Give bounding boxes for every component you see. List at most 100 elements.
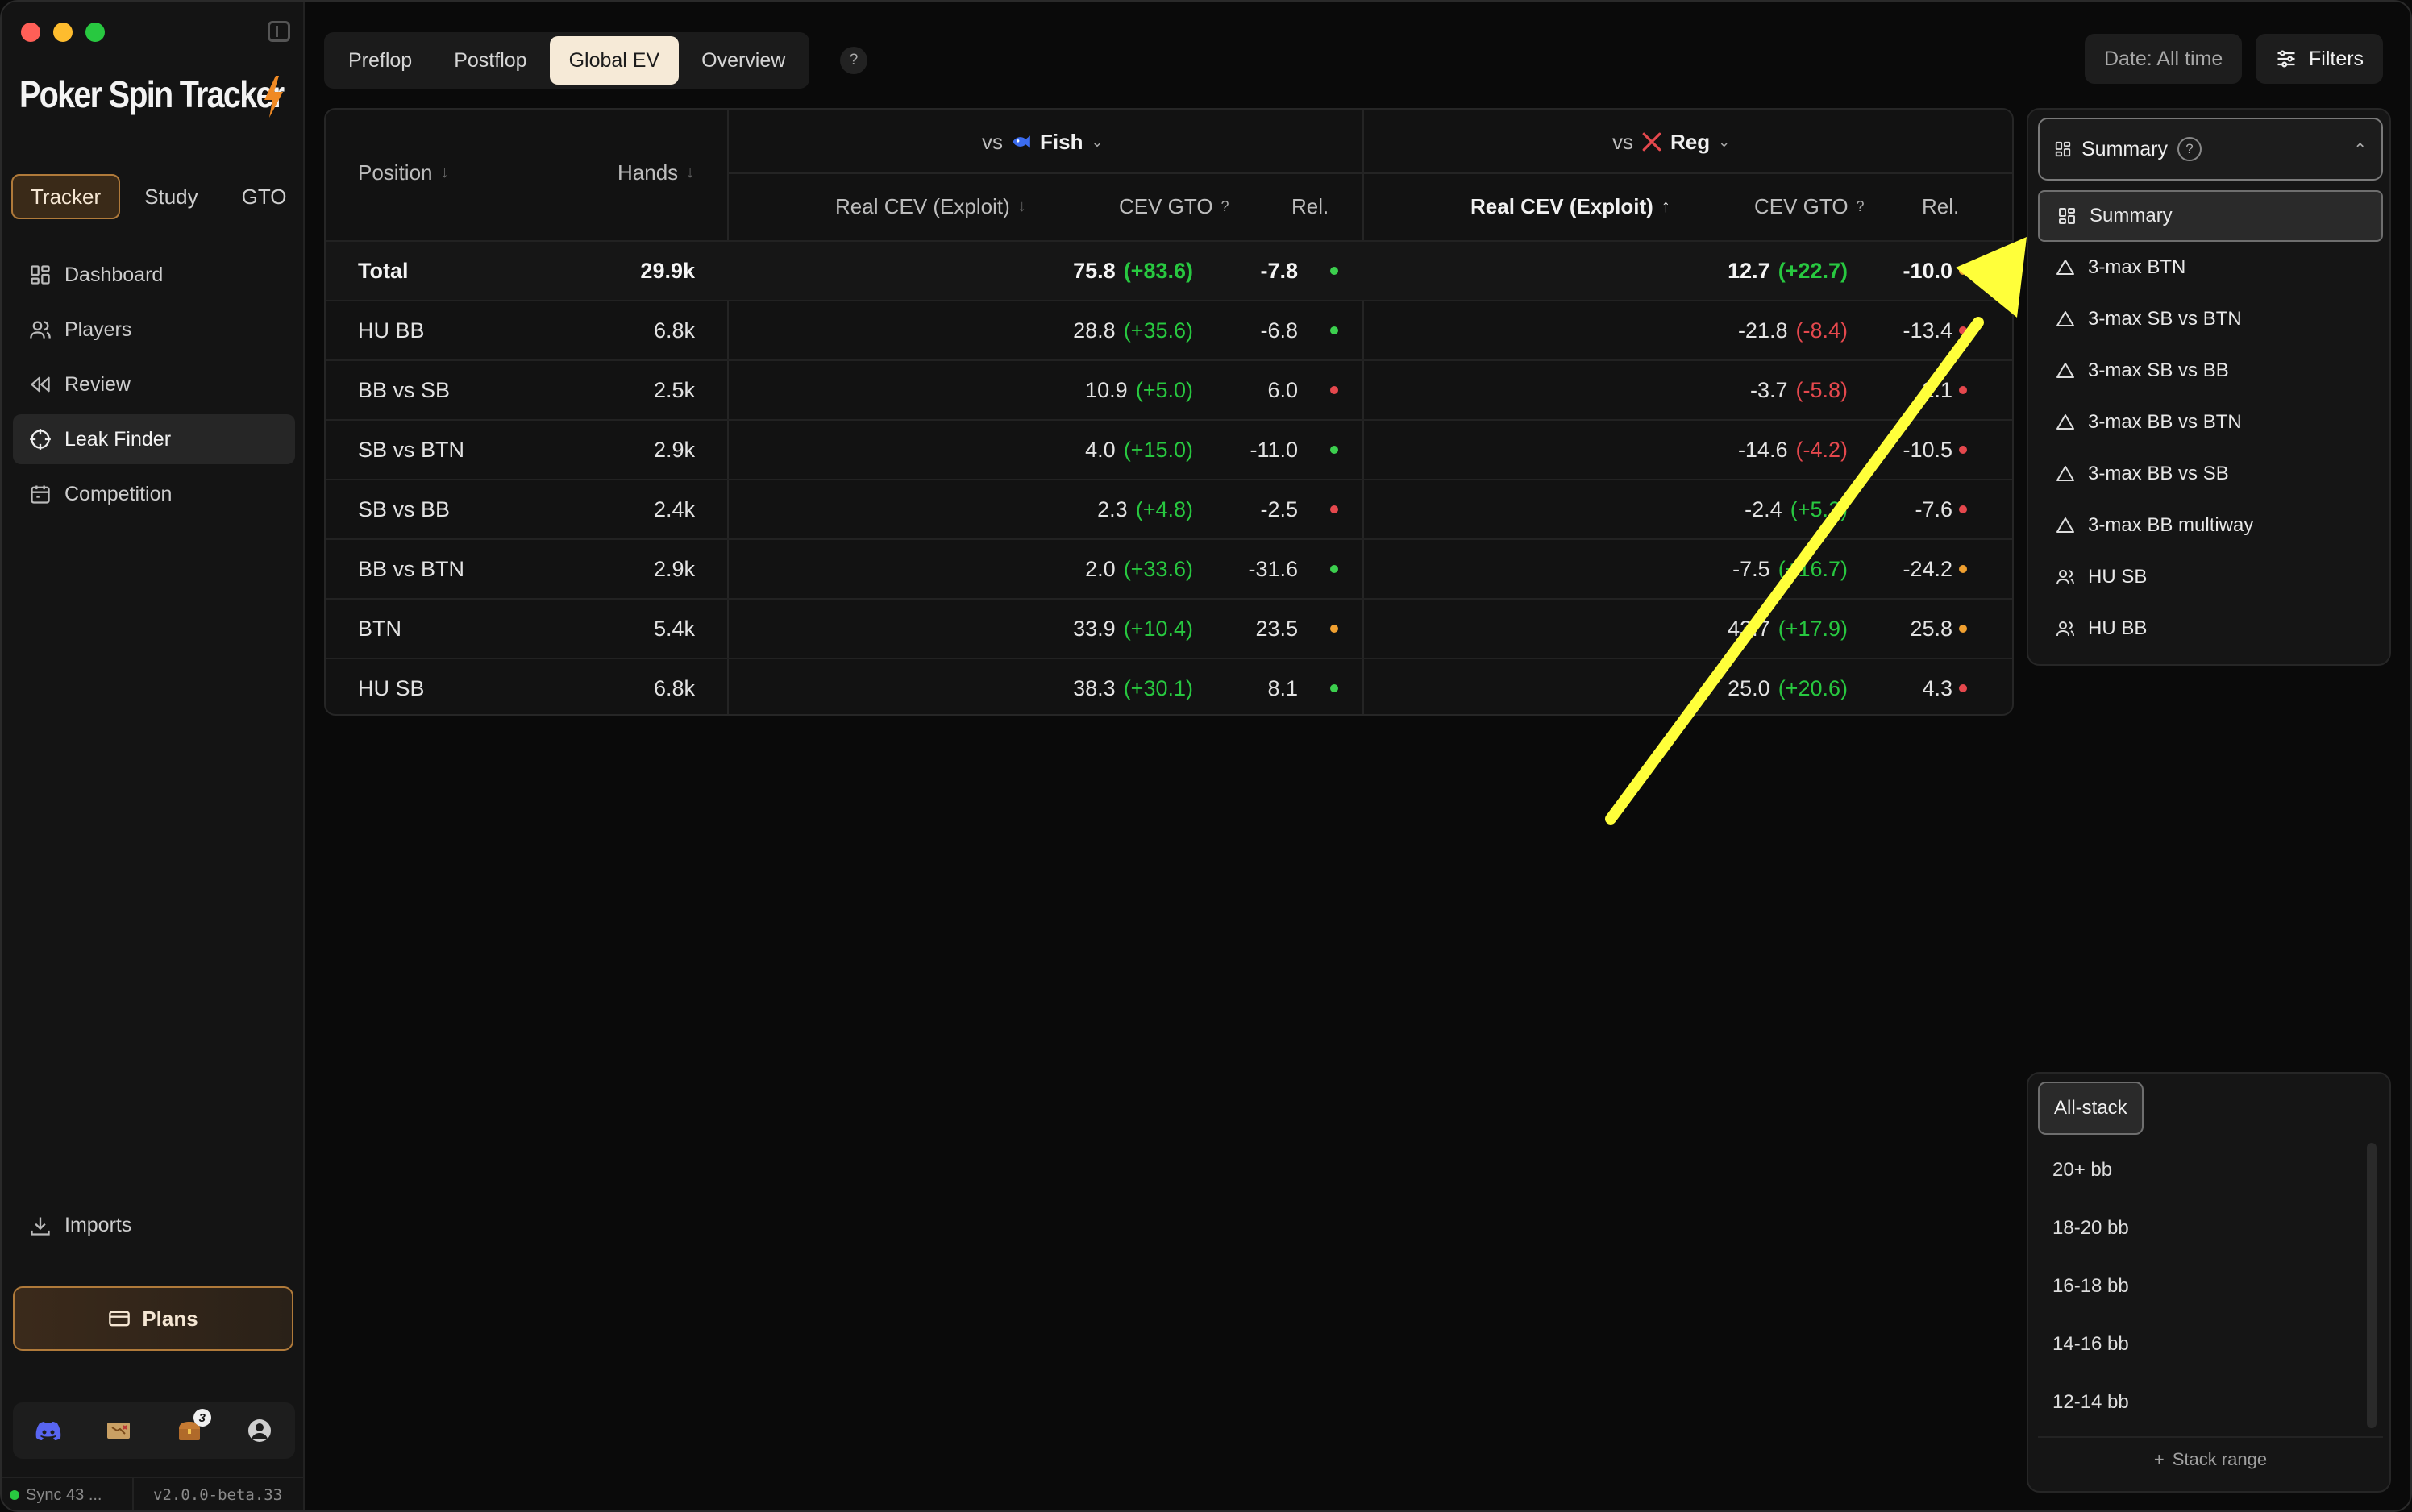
summary-option-3-max-bb-vs-btn[interactable]: 3-max BB vs BTN [2038, 397, 2383, 448]
triangle-icon [2056, 363, 2074, 378]
table-row[interactable]: BTN 5.4k 33.9 (+10.4) 23.5 43.7 (+17.9) … [326, 598, 2012, 658]
stack-range-list: 20+ bb 18-20 bb 16-18 bb 14-16 bb 12-14 bb [2038, 1141, 2360, 1431]
column-header-position[interactable]: Position ↓ [358, 155, 449, 190]
summary-option-hu-sb[interactable]: HU SB [2038, 551, 2383, 603]
mode-tabs: Tracker Study GTO [11, 172, 295, 221]
table-row[interactable]: HU SB 6.8k 38.3 (+30.1) 8.1 25.0 (+20.6)… [326, 658, 2012, 714]
column-header-label: Position [358, 160, 433, 185]
column-header-label: CEV GTO [1754, 193, 1849, 218]
sidebar-item-competition[interactable]: Competition [13, 469, 295, 519]
status-bar: Sync 43 ... v2.0.0-beta.33 [2, 1477, 305, 1510]
date-filter-button[interactable]: Date: All time [2085, 34, 2243, 84]
group-header-reg[interactable]: vs Reg ⌄ [1612, 124, 1730, 160]
stack-option[interactable]: 12-14 bb [2038, 1373, 2360, 1431]
fish-real-cev-value: 75.8 [1073, 258, 1116, 283]
stack-option-all-stack[interactable]: All-stack [2038, 1082, 2144, 1135]
table-row[interactable]: BB vs BTN 2.9k 2.0 (+33.6) -31.6 -7.5 (+… [326, 538, 2012, 598]
zoom-window-button[interactable] [85, 23, 105, 42]
summary-select[interactable]: Summary ? ⌃ [2038, 118, 2383, 181]
tab-overview[interactable]: Overview [682, 36, 805, 85]
table-row[interactable]: SB vs BB 2.4k 2.3 (+4.8) -2.5 -2.4 (+5.2… [326, 479, 2012, 538]
summary-option-3-max-bb-vs-sb[interactable]: 3-max BB vs SB [2038, 448, 2383, 500]
column-header-fish-cev-gto[interactable]: CEV GTO? [1119, 189, 1229, 224]
view-tabs: Preflop Postflop Global EV Overview [324, 32, 810, 89]
sidebar-item-review[interactable]: Review [13, 359, 295, 409]
table-row[interactable]: SB vs BTN 2.9k 4.0 (+15.0) -11.0 -14.6 (… [326, 419, 2012, 479]
sidebar-collapse-icon[interactable] [268, 21, 290, 42]
table-row[interactable]: HU BB 6.8k 28.8 (+35.6) -6.8 -21.8 (-8.4… [326, 300, 2012, 359]
summary-option-3-max-btn[interactable]: 3-max BTN [2038, 242, 2383, 293]
plans-button[interactable]: Plans [13, 1286, 293, 1351]
sync-status-dot [10, 1490, 19, 1500]
sidebar-item-players[interactable]: Players [13, 305, 295, 355]
mode-tab-tracker[interactable]: Tracker [11, 174, 121, 219]
stack-option[interactable]: 18-20 bb [2038, 1199, 2360, 1257]
group-header-name: Fish [1040, 129, 1083, 154]
sidebar: Poker Spin Tracker Tracker Study GTO Das… [2, 2, 305, 1510]
column-header-fish-rel[interactable]: Rel. [1291, 189, 1329, 224]
reg-real-cev-value: 25.0 [1728, 675, 1770, 700]
sync-status[interactable]: Sync 43 ... [2, 1477, 134, 1510]
reg-cev-gto-cell: -10.0 [1903, 258, 1952, 283]
treasure-map-icon[interactable] [105, 1417, 132, 1444]
sidebar-item-label: Competition [64, 482, 173, 505]
reliability-dot [1330, 625, 1338, 633]
help-icon[interactable]: ? [2177, 137, 2202, 161]
fish-rel-cell [1322, 361, 1346, 419]
column-header-reg-cev-gto[interactable]: CEV GTO? [1754, 189, 1865, 224]
sync-status-text: Sync 43 ... [26, 1485, 102, 1504]
column-header-fish-real-cev[interactable]: Real CEV (Exploit) ↓ [835, 189, 1026, 224]
sliders-icon [2277, 50, 2295, 68]
stack-option[interactable]: 20+ bb [2038, 1141, 2360, 1199]
fish-real-cev-cell: 33.9 (+10.4) [890, 600, 1193, 658]
tab-preflop[interactable]: Preflop [329, 36, 431, 85]
add-stack-range-button[interactable]: + Stack range [2038, 1436, 2383, 1481]
sidebar-item-leak-finder[interactable]: Leak Finder [13, 414, 295, 464]
account-icon[interactable] [246, 1417, 273, 1444]
mode-tab-study[interactable]: Study [125, 174, 218, 219]
reg-cev-gto-cell: -10.5 [1903, 437, 1952, 462]
reg-rel-cell [1951, 421, 1975, 479]
reg-cev-gto-cell: -7.6 [1915, 496, 1952, 521]
fish-cev-gto-cell: 23.5 [1255, 616, 1298, 641]
reg-rel-cell [1951, 242, 1975, 300]
sidebar-item-imports[interactable]: Imports [29, 1214, 131, 1237]
column-header-hands[interactable]: Hands ↓ [618, 155, 694, 190]
table-row-total[interactable]: Total 29.9k 75.8 (+83.6) -7.8 12.7 (+22.… [326, 240, 2012, 300]
group-header-fish[interactable]: vs Fish ⌄ [982, 124, 1104, 160]
stack-option[interactable]: 14-16 bb [2038, 1315, 2360, 1373]
fish-rel-cell [1322, 540, 1346, 598]
triangle-icon [2056, 517, 2074, 533]
sidebar-item-dashboard[interactable]: Dashboard [13, 250, 295, 300]
tab-global-ev[interactable]: Global EV [549, 36, 680, 85]
reliability-dot [1330, 446, 1338, 454]
close-window-button[interactable] [21, 23, 40, 42]
reliability-dot [1330, 326, 1338, 334]
summary-option-3-max-bb-multiway[interactable]: 3-max BB multiway [2038, 500, 2383, 551]
column-header-reg-real-cev[interactable]: Real CEV (Exploit) ↑ [1470, 189, 1670, 224]
treasure-chest-icon[interactable]: 3 [176, 1409, 211, 1444]
help-icon[interactable]: ? [1221, 198, 1229, 215]
hands-cell: 6.8k [653, 318, 695, 343]
help-icon[interactable]: ? [1857, 198, 1865, 215]
mode-tab-gto[interactable]: GTO [222, 174, 306, 219]
reliability-dot [1959, 386, 1967, 394]
summary-option-3-max-sb-vs-bb[interactable]: 3-max SB vs BB [2038, 345, 2383, 397]
summary-option-3-max-sb-vs-btn[interactable]: 3-max SB vs BTN [2038, 293, 2383, 345]
column-header-reg-rel[interactable]: Rel. [1922, 189, 1959, 224]
reg-real-cev-value: -2.4 [1745, 496, 1782, 521]
table-row[interactable]: BB vs SB 2.5k 10.9 (+5.0) 6.0 -3.7 (-5.8… [326, 359, 2012, 419]
filters-button[interactable]: Filters [2256, 34, 2384, 84]
summary-option-hu-bb[interactable]: HU BB [2038, 603, 2383, 654]
reg-rel-cell [1951, 301, 1975, 359]
reliability-dot [1330, 386, 1338, 394]
help-icon[interactable]: ? [840, 47, 867, 74]
summary-option-summary[interactable]: Summary [2038, 190, 2383, 242]
reliability-dot [1959, 446, 1967, 454]
discord-icon[interactable] [35, 1417, 62, 1444]
fish-real-cev-cell: 2.3 (+4.8) [890, 480, 1193, 538]
minimize-window-button[interactable] [53, 23, 73, 42]
stack-option[interactable]: 16-18 bb [2038, 1257, 2360, 1315]
tab-postflop[interactable]: Postflop [435, 36, 546, 85]
stack-range-scrollbar[interactable] [2367, 1143, 2377, 1428]
